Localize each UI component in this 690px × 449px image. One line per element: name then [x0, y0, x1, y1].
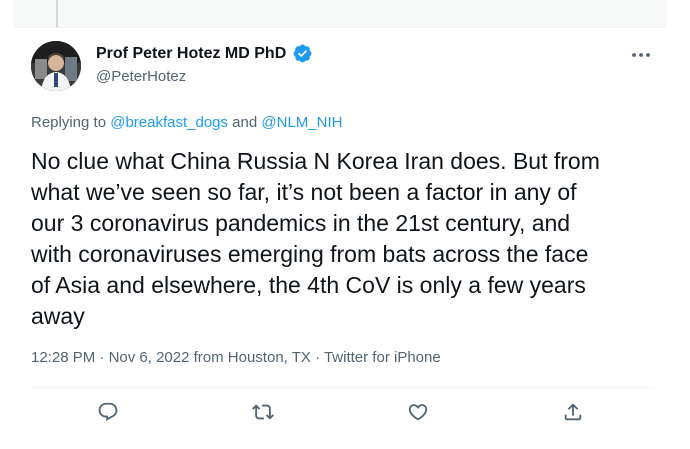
previous-tweet-area — [14, 0, 666, 28]
tweet-text-line: of Asia and elsewhere, the 4th CoV is on… — [31, 272, 586, 298]
meta-separator: · — [95, 349, 109, 366]
like-button[interactable] — [404, 400, 432, 428]
share-button[interactable] — [559, 400, 587, 428]
tweet-metadata: 12:28 PM · Nov 6, 2022 from Houston, TX … — [31, 349, 441, 366]
share-icon — [562, 401, 584, 428]
meta-separator: · — [310, 349, 324, 366]
tweet-date[interactable]: Nov 6, 2022 — [109, 349, 190, 366]
tweet-source[interactable]: Twitter for iPhone — [324, 349, 441, 366]
divider — [31, 387, 653, 388]
tweet-text-line: away — [31, 303, 85, 329]
more-icon — [631, 45, 651, 63]
reply-button[interactable] — [94, 400, 122, 428]
more-options-button[interactable] — [624, 42, 658, 66]
replying-to-label: Replying to — [31, 114, 111, 131]
tweet-time[interactable]: 12:28 PM — [31, 349, 95, 366]
author-handle[interactable]: @PeterHotez — [96, 68, 186, 85]
replying-to-conjunction: and — [228, 114, 262, 131]
tweet-text-line: our 3 coronavirus pandemics in the 21st … — [31, 210, 571, 236]
thread-connector-line — [56, 0, 58, 27]
avatar[interactable] — [31, 41, 81, 91]
retweet-icon — [252, 401, 274, 428]
tweet-text-line: with coronaviruses emerging from bats ac… — [31, 241, 589, 267]
retweet-button[interactable] — [249, 400, 277, 428]
tweet-text: No clue what China Russia N Korea Iran d… — [31, 146, 661, 332]
verified-badge-icon — [292, 43, 313, 64]
replying-to: Replying to @breakfast_dogs and @NLM_NIH — [31, 114, 342, 131]
tweet-location: from Houston, TX — [193, 349, 311, 366]
reply-icon — [97, 401, 119, 428]
mention-link-breakfast-dogs[interactable]: @breakfast_dogs — [110, 114, 228, 131]
tweet-text-line: No clue what China Russia N Korea Iran d… — [31, 148, 600, 174]
heart-icon — [407, 401, 429, 428]
author-display-name[interactable]: Prof Peter Hotez MD PhD — [96, 45, 286, 63]
tweet-text-line: what we’ve seen so far, it’s not been a … — [31, 179, 577, 205]
mention-link-nlm-nih[interactable]: @NLM_NIH — [261, 114, 342, 131]
